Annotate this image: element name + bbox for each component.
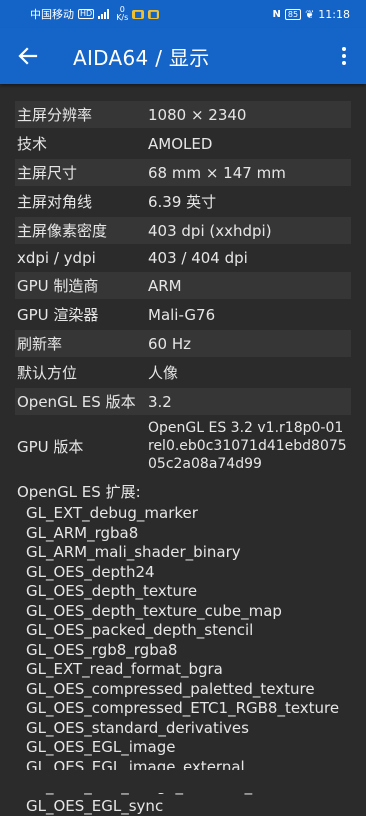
info-key: OpenGL ES 版本 [15, 388, 142, 415]
info-value: OpenGL ES 3.2 v1.r18p0-01rel0.eb0c31071d… [142, 417, 351, 475]
extension-item: GL_ARM_mali_shader_binary [26, 543, 351, 563]
extension-item: GL_OES_EGL_image [26, 738, 351, 758]
net-speed: 0 K/s [116, 6, 128, 22]
extension-item: GL_OES_rgb8_rgba8 [26, 641, 351, 661]
extension-item: GL_EXT_debug_marker [26, 504, 351, 524]
status-bar: 中国移动 HD 0 K/s ■ ■ N 85 ❦ 11:18 [0, 0, 366, 28]
info-key: xdpi / ydpi [15, 246, 142, 270]
extension-item: GL_OES_depth_texture [26, 582, 351, 602]
more-vertical-icon [341, 46, 347, 66]
info-row: 主屏对角线 6.39 英寸 [15, 188, 351, 215]
leaf-icon: ❦ [305, 8, 314, 21]
info-row: 刷新率 60 Hz [15, 330, 351, 357]
extension-item: GL_OES_compressed_ETC1_RGB8_texture [26, 699, 351, 719]
display-info-list: 主屏分辨率 1080 × 2340 技术 AMOLED 主屏尺寸 68 mm ×… [15, 101, 351, 816]
battery-level: 85 [288, 10, 298, 19]
info-key: 主屏对角线 [15, 188, 142, 215]
info-key: 默认方位 [15, 359, 142, 386]
extension-item: GL_ARM_rgba8 [26, 524, 351, 544]
nfc-icon: N [273, 9, 281, 20]
info-key: 技术 [15, 130, 142, 157]
info-value: 68 mm × 147 mm [142, 159, 351, 186]
info-value: AMOLED [142, 130, 351, 157]
info-key: 刷新率 [15, 330, 142, 357]
info-value: 403 dpi (xxhdpi) [142, 217, 351, 244]
info-row: OpenGL ES 版本 3.2 [15, 388, 351, 415]
info-value: 3.2 [142, 388, 351, 415]
extension-item: GL_OES_depth24 [26, 563, 351, 583]
info-row: GPU 制造商 ARM [15, 272, 351, 299]
app-notification-icon: ■ [148, 10, 160, 19]
info-row: 主屏尺寸 68 mm × 147 mm [15, 159, 351, 186]
carrier-label: 中国移动 [30, 6, 74, 22]
arrow-left-icon [18, 46, 38, 66]
info-row: 技术 AMOLED [15, 130, 351, 157]
status-bar-right: N 85 ❦ 11:18 [273, 8, 350, 21]
info-value: 人像 [142, 359, 351, 386]
extensions-header: OpenGL ES 扩展: [15, 481, 351, 502]
signal-icon [98, 9, 112, 19]
overflow-menu-button[interactable] [322, 28, 366, 84]
extension-item: GL_EXT_read_format_bgra [26, 660, 351, 680]
extension-item: GL_OES_standard_derivatives [26, 719, 351, 739]
info-key: 主屏尺寸 [15, 159, 142, 186]
info-row: 默认方位 人像 [15, 359, 351, 386]
info-row: 主屏像素密度 403 dpi (xxhdpi) [15, 217, 351, 244]
info-row: 主屏分辨率 1080 × 2340 [15, 101, 351, 128]
info-row: GPU 版本 OpenGL ES 3.2 v1.r18p0-01rel0.eb0… [15, 417, 351, 475]
page-title: AIDA64 / 显示 [73, 42, 322, 71]
info-value: 60 Hz [142, 330, 351, 357]
info-key: 主屏像素密度 [15, 217, 142, 244]
extension-item: GL_OES_packed_depth_stencil [26, 621, 351, 641]
hd-icon: HD [78, 9, 94, 19]
info-key: GPU 渲染器 [15, 301, 142, 328]
info-value: 1080 × 2340 [142, 101, 351, 128]
clock: 11:18 [318, 8, 350, 21]
info-key: GPU 版本 [15, 417, 142, 475]
status-bar-left: 中国移动 HD 0 K/s ■ ■ [30, 6, 159, 22]
info-value: ARM [142, 272, 351, 299]
back-button[interactable] [0, 28, 56, 84]
info-value: Mali-G76 [142, 301, 351, 328]
info-row: GPU 渲染器 Mali-G76 [15, 301, 351, 328]
bottom-edge [0, 770, 366, 793]
net-speed-unit: K/s [116, 14, 128, 22]
extension-item: GL_OES_EGL_sync [26, 797, 351, 816]
info-key: GPU 制造商 [15, 272, 142, 299]
app-notification-icon: ■ [132, 10, 144, 19]
app-bar: AIDA64 / 显示 [0, 28, 366, 84]
info-value: 403 / 404 dpi [142, 246, 351, 270]
battery-icon: 85 [285, 9, 301, 20]
info-value: 6.39 英寸 [142, 188, 351, 215]
info-row: xdpi / ydpi 403 / 404 dpi [15, 246, 351, 270]
info-key: 主屏分辨率 [15, 101, 142, 128]
extension-item: GL_OES_depth_texture_cube_map [26, 602, 351, 622]
extension-item: GL_OES_compressed_paletted_texture [26, 680, 351, 700]
